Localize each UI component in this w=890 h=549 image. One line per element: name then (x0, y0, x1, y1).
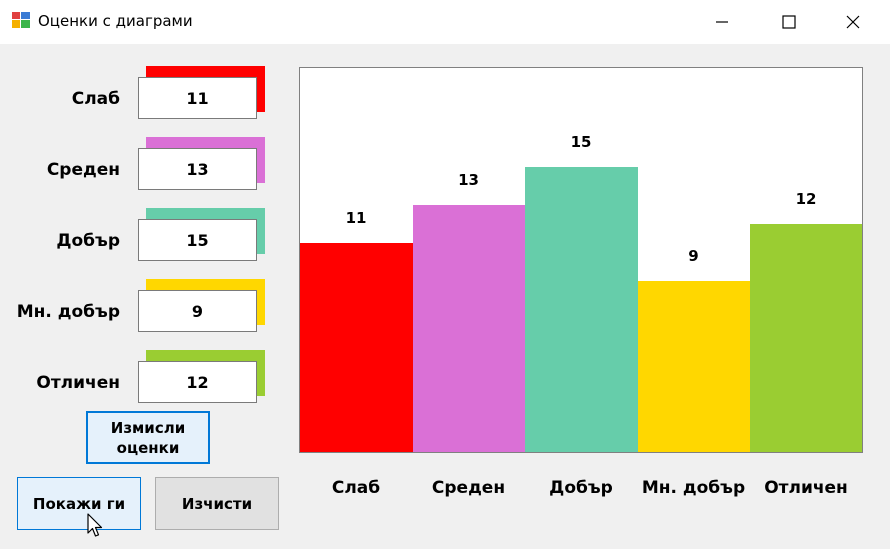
title-bar: Оценки с диаграми (0, 0, 890, 44)
minimize-button[interactable] (699, 0, 745, 44)
window-title: Оценки с диаграми (38, 12, 193, 30)
close-icon (846, 15, 860, 29)
chart-data-label: 12 (795, 190, 817, 208)
chart-bar (300, 243, 413, 452)
input-slab[interactable]: 11 (138, 77, 257, 119)
show-button[interactable]: Покажи ги (17, 477, 141, 530)
input-dobar[interactable]: 15 (138, 219, 257, 261)
generate-grades-button[interactable]: Измисли оценки (86, 411, 210, 464)
label-otlichen: Отличен (36, 373, 120, 393)
maximize-button[interactable] (766, 0, 812, 44)
label-dobar: Добър (56, 231, 120, 251)
generate-grades-label: Измисли оценки (110, 418, 186, 457)
label-slab: Слаб (71, 89, 120, 109)
app-icon (12, 12, 30, 28)
bar-chart-panel: 11 13 15 9 12 (299, 67, 863, 453)
label-sreden: Среден (46, 160, 120, 180)
chart-data-label: 15 (570, 133, 592, 151)
chart-category-label: Среден (431, 478, 506, 498)
chart-category-label: Слаб (331, 478, 381, 498)
chart-bar (525, 167, 638, 452)
chart-category-label: Отличен (764, 478, 848, 498)
label-mn-dobar: Мн. добър (16, 302, 120, 322)
chart-bar (412, 205, 526, 452)
chart-category-label: Добър (549, 478, 613, 498)
maximize-icon (782, 15, 796, 29)
mouse-cursor-icon (87, 513, 103, 537)
chart-bar (750, 224, 862, 452)
chart-bar (637, 281, 751, 452)
close-button[interactable] (830, 0, 876, 44)
minimize-icon (716, 21, 728, 23)
clear-label: Изчисти (181, 494, 253, 513)
input-mn-dobar[interactable]: 9 (138, 290, 257, 332)
input-otlichen[interactable]: 12 (138, 361, 257, 403)
clear-button[interactable]: Изчисти (155, 477, 279, 530)
input-sreden[interactable]: 13 (138, 148, 257, 190)
chart-category-label: Мн. добър (641, 478, 746, 498)
chart-data-label: 13 (458, 171, 479, 189)
show-label: Покажи ги (32, 494, 126, 513)
chart-data-label: 11 (345, 209, 367, 227)
chart-data-label: 9 (688, 247, 699, 265)
